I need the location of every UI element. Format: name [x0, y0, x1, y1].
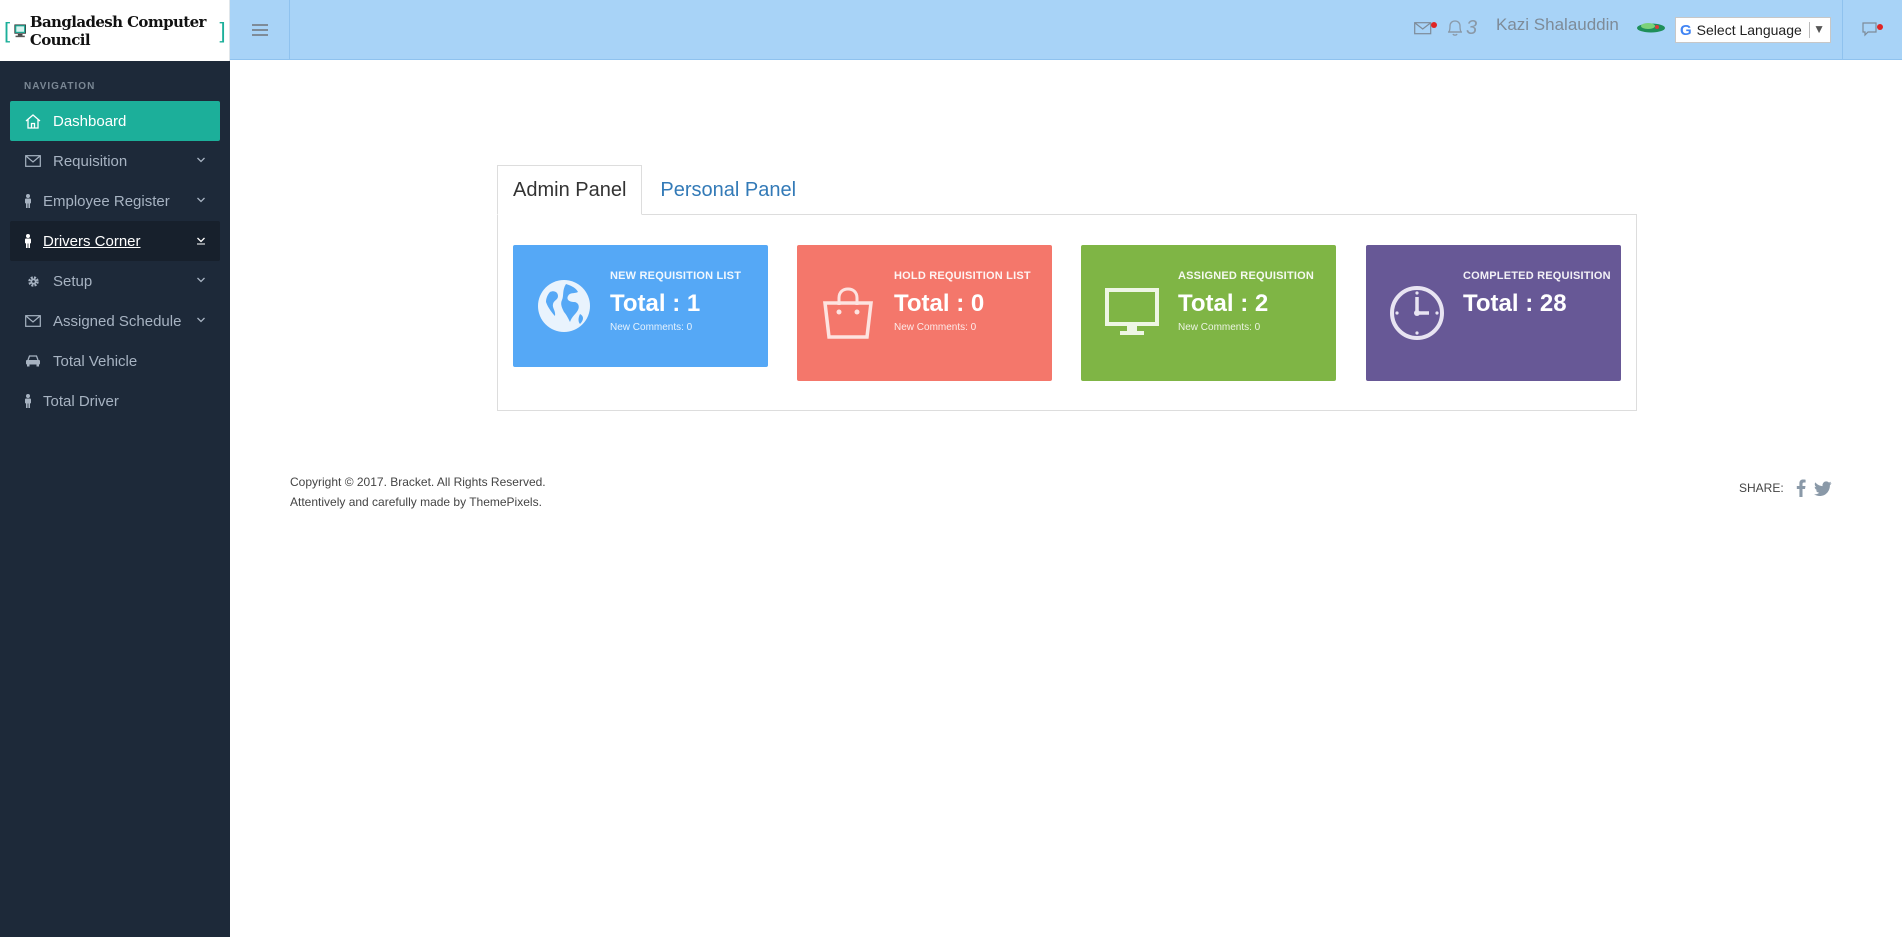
logo-area[interactable]: [ Bangladesh Computer Council ]: [0, 0, 230, 61]
sidebar: [ Bangladesh Computer Council ] NAVIGATI…: [0, 0, 230, 937]
envelope-icon: [24, 313, 42, 329]
logo-text: Bangladesh Computer Council: [29, 12, 207, 49]
sidebar-item-label: Setup: [53, 272, 93, 290]
sidebar-item-employee-register[interactable]: Employee Register: [10, 181, 220, 221]
user-avatar-icon[interactable]: [1635, 20, 1667, 34]
credit-text: Attentively and carefully made by ThemeP…: [290, 495, 542, 509]
chevron-down-icon: [197, 157, 205, 163]
hamburger-icon: [251, 24, 268, 36]
chevron-down-icon: [197, 237, 205, 245]
envelope-icon: [24, 153, 42, 169]
chevron-down-icon: [197, 197, 205, 203]
share-links: SHARE:: [1739, 479, 1832, 497]
computer-logo-icon: [13, 23, 26, 37]
copyright-text: Copyright © 2017. Bracket. All Rights Re…: [290, 475, 546, 489]
assigned-requisition-card[interactable]: ASSIGNED REQUISITION Total : 2 New Comme…: [1081, 245, 1336, 381]
google-translate-icon: G: [1680, 21, 1692, 39]
admin-panel-content: NEW REQUISITION LIST Total : 1 New Comme…: [497, 214, 1637, 411]
sidebar-item-total-driver[interactable]: Total Driver: [10, 381, 220, 421]
card-caption: HOLD REQUISITION LIST: [894, 270, 1031, 282]
monitor-icon: [1105, 288, 1159, 335]
card-text: ASSIGNED REQUISITION Total : 2 New Comme…: [1178, 269, 1326, 333]
select-divider: [1809, 22, 1810, 38]
card-caption: ASSIGNED REQUISITION: [1178, 270, 1315, 282]
gear-icon: [24, 273, 42, 289]
card-text: COMPLETED REQUISITION Total : 28: [1463, 269, 1611, 319]
completed-requisition-card[interactable]: COMPLETED REQUISITION Total : 28: [1366, 245, 1621, 381]
mail-icon: [1414, 22, 1437, 35]
sidebar-item-dashboard[interactable]: Dashboard: [10, 101, 220, 141]
language-select[interactable]: G Select Language ▼: [1675, 17, 1831, 43]
panel-tabs: Admin Panel Personal Panel: [497, 165, 811, 215]
notifications-button[interactable]: 3: [1446, 18, 1477, 38]
home-icon: [24, 113, 42, 129]
car-icon: [24, 353, 42, 369]
twitter-icon[interactable]: [1813, 480, 1832, 496]
shopping-bag-icon: [823, 287, 873, 339]
nav-heading: NAVIGATION: [24, 81, 96, 92]
chat-icon: [1861, 22, 1883, 37]
card-comments: New Comments: 0: [1178, 322, 1261, 333]
notification-count: 3: [1466, 17, 1478, 39]
sidebar-item-requisition[interactable]: Requisition: [10, 141, 220, 181]
card-total: Total : 1: [610, 290, 701, 317]
card-caption: NEW REQUISITION LIST: [610, 270, 742, 282]
menu-toggle-button[interactable]: [230, 0, 290, 60]
chat-toggle-button[interactable]: [1842, 0, 1902, 60]
sidebar-item-drivers-corner[interactable]: Drivers Corner: [10, 221, 220, 261]
tab-admin-panel[interactable]: Admin Panel: [497, 165, 643, 215]
user-name[interactable]: Kazi Shalauddin: [1496, 15, 1619, 35]
footer: Copyright © 2017. Bracket. All Rights Re…: [290, 472, 546, 512]
top-header: 3 Kazi Shalauddin G Select Language ▼: [230, 0, 1902, 60]
chevron-down-icon: [197, 317, 205, 323]
sidebar-item-assigned-schedule[interactable]: Assigned Schedule: [10, 301, 220, 341]
card-total: Total : 28: [1463, 290, 1567, 317]
person-icon: [24, 233, 32, 249]
facebook-icon[interactable]: [1796, 479, 1806, 497]
sidebar-item-label: Assigned Schedule: [53, 312, 182, 330]
sidebar-item-label: Drivers Corner: [43, 232, 141, 250]
logo-bracket-open: [: [4, 17, 10, 43]
new-requisition-card[interactable]: NEW REQUISITION LIST Total : 1 New Comme…: [513, 245, 768, 367]
hold-requisition-card[interactable]: HOLD REQUISITION LIST Total : 0 New Comm…: [797, 245, 1052, 381]
share-label: SHARE:: [1739, 481, 1784, 495]
card-text: HOLD REQUISITION LIST Total : 0 New Comm…: [894, 269, 1042, 333]
logo[interactable]: [ Bangladesh Computer Council ]: [0, 13, 229, 49]
sidebar-nav: Dashboard Requisition Employee Register …: [0, 101, 230, 421]
person-icon: [24, 393, 32, 409]
person-icon: [24, 193, 32, 209]
card-total: Total : 0: [894, 290, 985, 317]
globe-icon: [538, 280, 590, 332]
card-comments: New Comments: 0: [610, 322, 693, 333]
sidebar-item-label: Total Vehicle: [53, 352, 138, 370]
bell-icon: [1447, 20, 1463, 36]
sidebar-item-setup[interactable]: Setup: [10, 261, 220, 301]
sidebar-item-label: Employee Register: [43, 192, 170, 210]
card-total: Total : 2: [1178, 290, 1269, 317]
dropdown-arrow-icon: ▼: [1813, 22, 1825, 36]
messages-button[interactable]: [1414, 21, 1438, 40]
sidebar-item-total-vehicle[interactable]: Total Vehicle: [10, 341, 220, 381]
chevron-down-icon: [197, 277, 205, 283]
sidebar-item-label: Total Driver: [43, 392, 119, 410]
sidebar-item-label: Dashboard: [53, 112, 127, 130]
tab-personal-panel[interactable]: Personal Panel: [645, 165, 811, 215]
card-caption: COMPLETED REQUISITION: [1463, 270, 1611, 282]
clock-icon: [1390, 286, 1444, 340]
language-select-label: Select Language: [1696, 22, 1802, 38]
logo-bracket-close: ]: [219, 17, 225, 43]
card-comments: New Comments: 0: [894, 322, 977, 333]
sidebar-item-label: Requisition: [53, 152, 128, 170]
card-text: NEW REQUISITION LIST Total : 1 New Comme…: [610, 269, 758, 333]
